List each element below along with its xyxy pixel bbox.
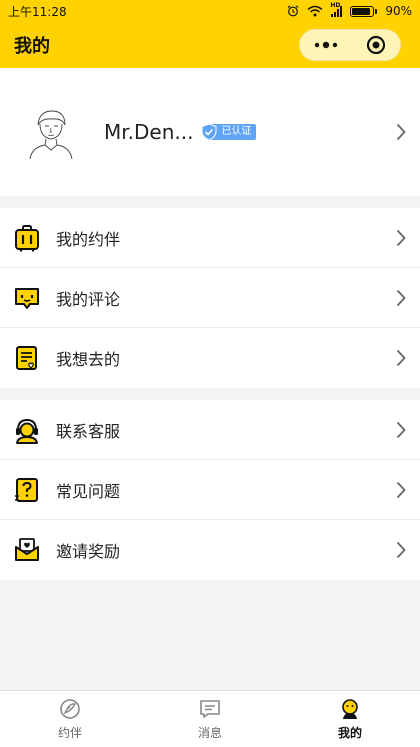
page-title: 我的 xyxy=(14,36,50,57)
menu-label: 我想去的 xyxy=(56,350,121,369)
battery-percent: 90% xyxy=(385,4,412,18)
menu-label: 邀请奖励 xyxy=(56,542,121,561)
wifi-icon xyxy=(307,5,323,17)
invite-icon xyxy=(12,535,42,565)
chevron-right-icon xyxy=(396,123,406,141)
status-time: 上午11:28 xyxy=(8,4,67,19)
wishlist-icon xyxy=(12,343,42,373)
chevron-right-icon xyxy=(396,421,406,438)
tab-label: 消息 xyxy=(197,726,222,740)
suitcase-icon xyxy=(12,223,42,253)
menu-label: 联系客服 xyxy=(56,421,121,441)
menu-label: 我的约伴 xyxy=(56,229,121,249)
chevron-right-icon xyxy=(396,229,406,246)
companion-icon xyxy=(60,699,80,719)
mini-program-capsule xyxy=(299,29,401,61)
verified-shield-icon xyxy=(201,123,217,141)
menu-item-invite-reward[interactable]: 邀请奖励 xyxy=(0,520,420,580)
signal-icon: HD xyxy=(330,2,343,17)
chevron-right-icon xyxy=(396,349,406,367)
top-bar: 上午11:28 HD 90% 我的 xyxy=(0,0,420,68)
battery-icon xyxy=(350,5,378,17)
hd-label: HD xyxy=(330,2,341,9)
status-icons: HD 90% xyxy=(287,2,412,18)
more-icon[interactable] xyxy=(314,41,338,49)
menu-label: 我的评论 xyxy=(56,289,121,309)
customer-service-icon xyxy=(12,415,42,445)
close-program-icon[interactable] xyxy=(366,35,386,55)
profile-icon xyxy=(342,699,358,719)
comment-icon xyxy=(12,283,42,313)
tab-bar: 约伴 消息 我的 xyxy=(0,690,420,747)
chevron-right-icon xyxy=(396,481,406,498)
chevron-right-icon xyxy=(396,541,406,559)
username: Mr.Den... xyxy=(104,120,194,144)
menu-item-customer-service[interactable]: 联系客服 xyxy=(0,400,420,460)
message-icon xyxy=(200,700,220,718)
menu-item-faq[interactable]: 常见问题 xyxy=(0,460,420,520)
profile-card[interactable]: Mr.Den... 已认证 xyxy=(0,68,420,196)
menu-item-my-comments[interactable]: 我的评论 xyxy=(0,268,420,328)
menu-group-activity: 我的约伴 我的评论 我想去的 xyxy=(0,208,420,388)
nav-bar: 我的 xyxy=(0,22,420,68)
tab-label: 我的 xyxy=(337,726,362,740)
tab-profile[interactable]: 我的 xyxy=(280,691,420,747)
tab-messages[interactable]: 消息 xyxy=(140,691,280,747)
tab-companion[interactable]: 约伴 xyxy=(0,691,140,747)
menu-item-wishlist[interactable]: 我想去的 xyxy=(0,328,420,388)
faq-icon xyxy=(12,475,42,505)
alarm-icon xyxy=(287,5,299,17)
menu-group-support: 联系客服 常见问题 邀请奖励 xyxy=(0,400,420,580)
avatar xyxy=(22,103,80,161)
status-bar: 上午11:28 HD 90% xyxy=(0,0,420,22)
chevron-right-icon xyxy=(396,289,406,306)
verified-badge: 已认证 xyxy=(201,123,257,141)
tab-label: 约伴 xyxy=(57,726,82,740)
menu-item-my-companions[interactable]: 我的约伴 xyxy=(0,208,420,268)
menu-label: 常见问题 xyxy=(56,481,121,501)
